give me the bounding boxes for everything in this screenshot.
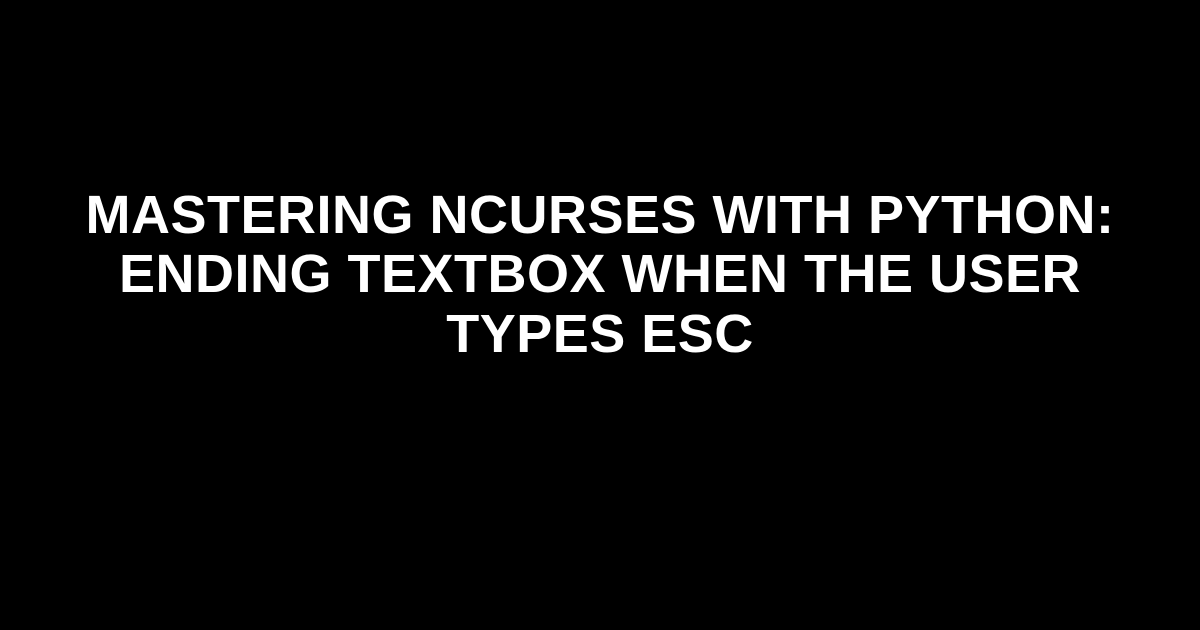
hero-container: Mastering ncurses with Python: Ending Te…	[0, 186, 1200, 364]
hero-title: Mastering ncurses with Python: Ending Te…	[60, 186, 1140, 364]
